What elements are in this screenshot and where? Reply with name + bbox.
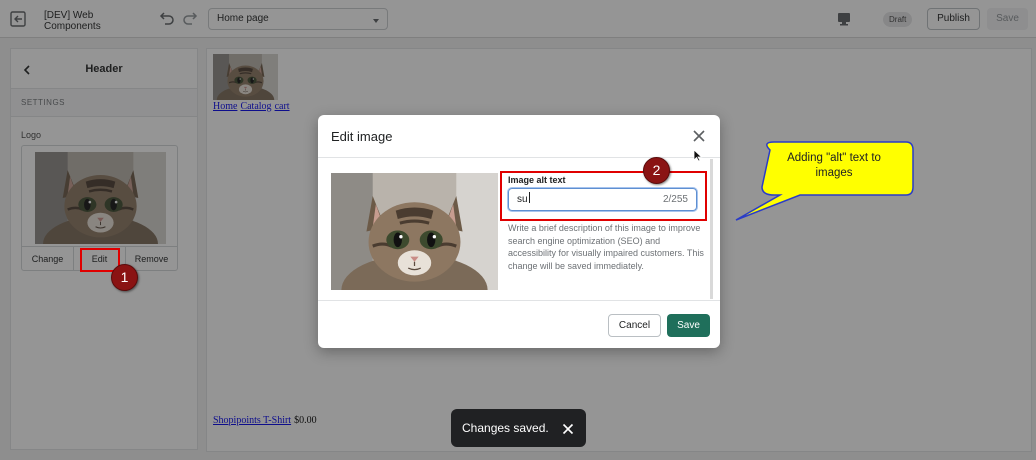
modal-footer: Cancel Save: [318, 300, 720, 348]
step-marker-2: 2: [643, 157, 670, 184]
alt-field-highlight-box: [500, 171, 707, 221]
save-button[interactable]: Save: [667, 314, 710, 337]
alt-text-help: Write a brief description of this image …: [508, 223, 704, 271]
toast-notification: Changes saved.: [451, 409, 586, 447]
modal-title: Edit image: [331, 129, 393, 144]
close-icon[interactable]: [692, 129, 706, 143]
step-marker-1: 1: [111, 264, 138, 291]
edit-image-modal: Edit image Image alt text su 2/255 Write…: [318, 115, 720, 348]
close-icon[interactable]: [562, 422, 574, 435]
toast-message: Changes saved.: [462, 421, 549, 435]
mouse-cursor-icon: [693, 149, 703, 162]
image-preview: [331, 173, 498, 290]
callout-text: Adding "alt" text to images: [787, 152, 881, 179]
cancel-button[interactable]: Cancel: [608, 314, 661, 337]
modal-scrollbar[interactable]: [710, 159, 713, 299]
modal-header: Edit image: [318, 115, 720, 158]
